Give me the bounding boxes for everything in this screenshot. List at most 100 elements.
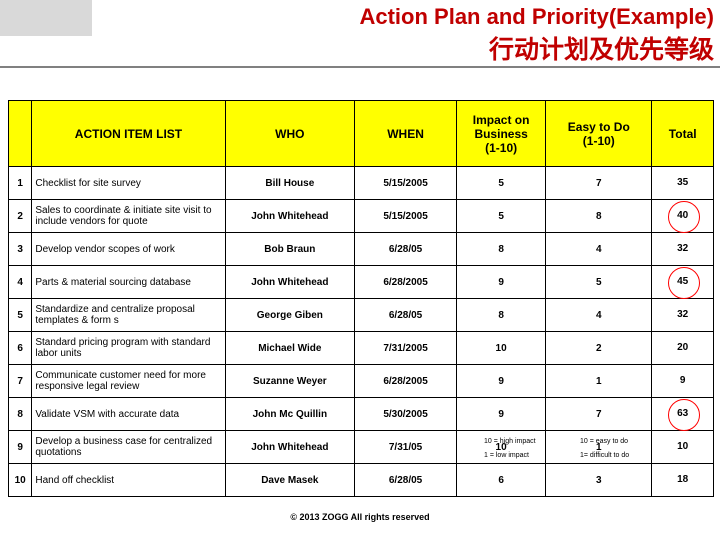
total-value: 18 xyxy=(677,474,689,485)
impact-header-line-3: (1-10) xyxy=(485,140,518,155)
row-who: Bill House xyxy=(224,166,356,200)
legend-impact-high: 10 = high impact xyxy=(484,438,536,445)
row-total-score: 32 xyxy=(651,232,714,266)
row-impact-score: 8 xyxy=(456,298,547,332)
row-impact-score: 9 xyxy=(456,397,547,431)
impact-header-line-1: Impact on xyxy=(472,112,530,127)
total-highlight-circle: 40 xyxy=(667,201,700,233)
table-row: 7 Communicate customer need for more resp… xyxy=(7,364,714,398)
column-header-when: WHEN xyxy=(354,100,458,167)
column-header-impact-on-business: Impact on Business (1-10) xyxy=(456,100,547,167)
row-total-score: 63 xyxy=(651,397,714,431)
legend-easy-low: 1= difficult to do xyxy=(580,452,630,459)
row-easy-score: 8 xyxy=(545,199,653,233)
row-number: 3 xyxy=(7,232,33,266)
row-total-score: 32 xyxy=(651,298,714,332)
row-impact-score: 6 xyxy=(456,463,547,497)
row-action-item: Standard pricing program with standard l… xyxy=(31,331,226,365)
total-value: 32 xyxy=(677,243,689,254)
total-highlight-circle: 45 xyxy=(667,267,700,299)
legend-impact-low: 1 = low impact xyxy=(484,452,529,459)
table-row: 3 Develop vendor scopes of work Bob Braun 6… xyxy=(7,232,714,266)
row-total-score: 45 xyxy=(651,265,714,299)
row-easy-score: 7 xyxy=(545,166,653,200)
row-action-item: Validate VSM with accurate data xyxy=(31,397,226,431)
row-when: 6/28/2005 xyxy=(354,364,458,398)
row-action-item: Standardize and centralize proposal temp… xyxy=(31,298,226,332)
row-number: 7 xyxy=(7,364,33,398)
table-row: 1 Checklist for site survey Bill House 5/15… xyxy=(7,166,714,200)
row-number: 5 xyxy=(7,298,33,332)
row-easy-score: 4 xyxy=(545,298,653,332)
table-row: 8 Validate VSM with accurate data John Mc … xyxy=(7,397,714,431)
legend-row-high: 10 = high impact 10 = easy to do xyxy=(0,438,720,452)
column-header-total: Total xyxy=(651,100,714,167)
row-easy-score: 7 xyxy=(545,397,653,431)
row-number: 10 xyxy=(7,463,33,497)
row-total-score: 40 xyxy=(651,199,714,233)
table-row: 2 Sales to coordinate & initiate site vis… xyxy=(7,199,714,233)
table-row: 6 Standard pricing program with standard … xyxy=(7,331,714,365)
table-row: 10 Hand off checklist Dave Masek 6/28/05 6 3 1… xyxy=(7,463,714,497)
row-when: 7/31/2005 xyxy=(354,331,458,365)
row-impact-score: 8 xyxy=(456,232,547,266)
row-action-item: Sales to coordinate & initiate site visi… xyxy=(31,199,226,233)
legend-row-low: 1 = low impact 1= difficult to do xyxy=(0,452,720,466)
row-impact-score: 10 xyxy=(456,331,547,365)
row-action-item: Checklist for site survey xyxy=(31,166,226,200)
row-impact-score: 9 xyxy=(456,265,547,299)
table-header-row: ACTION ITEM LIST WHO WHEN Impact on Busi… xyxy=(7,100,714,167)
row-when: 6/28/2005 xyxy=(354,265,458,299)
table-row: 4 Parts & material sourcing database John … xyxy=(7,265,714,299)
column-header-who: WHO xyxy=(224,100,356,167)
impact-header-line-2: Business xyxy=(474,126,528,141)
table-header: ACTION ITEM LIST WHO WHEN Impact on Busi… xyxy=(7,100,714,167)
row-action-item: Hand off checklist xyxy=(31,463,226,497)
row-easy-score: 4 xyxy=(545,232,653,266)
column-header-number xyxy=(7,100,33,167)
table-row: 5 Standardize and centralize proposal tem… xyxy=(7,298,714,332)
row-when: 6/28/05 xyxy=(354,463,458,497)
row-impact-score: 9 xyxy=(456,364,547,398)
row-number: 2 xyxy=(7,199,33,233)
row-who: John Mc Quillin xyxy=(224,397,356,431)
row-who: Bob Braun xyxy=(224,232,356,266)
title-divider xyxy=(0,66,720,68)
row-who: Dave Masek xyxy=(224,463,356,497)
row-easy-score: 1 xyxy=(545,364,653,398)
slide-canvas: Action Plan and Priority(Example) 行动计划及优… xyxy=(0,0,720,540)
row-number: 4 xyxy=(7,265,33,299)
easy-header-line-1: Easy to Do xyxy=(567,119,630,134)
row-action-item: Communicate customer need for more respo… xyxy=(31,364,226,398)
row-impact-score: 5 xyxy=(456,199,547,233)
row-when: 5/15/2005 xyxy=(354,166,458,200)
page-title-chinese: 行动计划及优先等级 xyxy=(488,36,714,64)
row-who: George Giben xyxy=(224,298,356,332)
legend-notes: 10 = high impact 10 = easy to do 1 = low… xyxy=(0,438,720,466)
row-who: Suzanne Weyer xyxy=(224,364,356,398)
copyright-footer: © 2013 ZOGG All rights reserved xyxy=(290,512,430,522)
row-total-score: 9 xyxy=(651,364,714,398)
page-title-english: Action Plan and Priority(Example) xyxy=(359,4,714,29)
row-who: John Whitehead xyxy=(224,265,356,299)
row-impact-score: 5 xyxy=(456,166,547,200)
row-when: 6/28/05 xyxy=(354,298,458,332)
row-number: 6 xyxy=(7,331,33,365)
legend-easy-high: 10 = easy to do xyxy=(580,438,629,445)
total-value: 35 xyxy=(677,177,689,188)
easy-header-line-2: (1-10) xyxy=(582,133,615,148)
row-easy-score: 3 xyxy=(545,463,653,497)
row-easy-score: 2 xyxy=(545,331,653,365)
slide-title-area: Action Plan and Priority(Example) 行动计划及优… xyxy=(0,0,720,66)
total-value: 9 xyxy=(679,375,686,386)
row-action-item: Parts & material sourcing database xyxy=(31,265,226,299)
row-number: 8 xyxy=(7,397,33,431)
row-when: 5/30/2005 xyxy=(354,397,458,431)
total-value: 20 xyxy=(677,342,689,353)
row-total-score: 20 xyxy=(651,331,714,365)
column-header-easy-to-do: Easy to Do (1-10) xyxy=(545,100,653,167)
row-action-item: Develop vendor scopes of work xyxy=(31,232,226,266)
row-number: 1 xyxy=(7,166,33,200)
row-when: 5/15/2005 xyxy=(354,199,458,233)
row-easy-score: 5 xyxy=(545,265,653,299)
